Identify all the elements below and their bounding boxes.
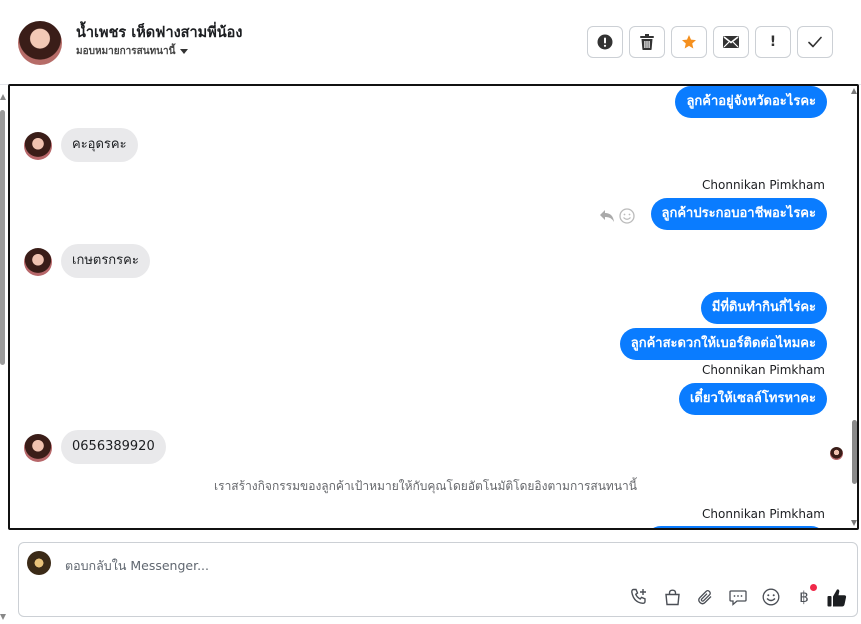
contact-avatar-small [24, 434, 52, 462]
message-bubble-incoming[interactable]: เกษตรกรคะ [61, 244, 150, 278]
page-scrollbar[interactable] [0, 84, 6, 620]
conversation-toolbar: ! [587, 26, 833, 58]
page-scrollbar-thumb[interactable] [0, 110, 5, 365]
seen-receipt-avatar [830, 447, 843, 460]
shopping-bag-icon [664, 588, 680, 605]
conversation-header: น้ำเพชร เห็ดฟางสามพี่น้อง มอบหมายการสนทน… [0, 0, 861, 85]
emoji-button[interactable] [761, 587, 781, 607]
reply-icon[interactable] [599, 209, 615, 223]
reply-composer: ฿ [18, 542, 858, 617]
message-bubble-outgoing[interactable]: มีที่ดินทำกินกี่ไร่คะ [700, 292, 827, 324]
exclamation-icon: ! [769, 34, 777, 50]
emoji-icon [762, 588, 780, 606]
composer-toolbar: ฿ [629, 584, 847, 607]
phone-add-icon [631, 588, 646, 605]
envelope-icon [723, 36, 739, 48]
notification-dot [810, 584, 817, 591]
alert-circle-icon [597, 34, 613, 50]
like-icon [827, 588, 847, 606]
scroll-up-arrow-icon[interactable] [851, 88, 857, 94]
page-avatar [27, 551, 51, 575]
baht-icon: ฿ [799, 588, 809, 606]
chat-bubble-icon [729, 589, 747, 606]
contact-avatar-small [24, 132, 52, 160]
message-bubble-outgoing[interactable]: เดี๋ยวให้เซลล์โทรหาคะ [678, 383, 827, 415]
message-bubble-incoming[interactable]: 0656389920 [61, 430, 166, 464]
follow-up-button[interactable]: ! [755, 26, 791, 58]
message-bubble-outgoing-partial[interactable] [645, 526, 827, 528]
scroll-down-arrow-icon[interactable] [851, 520, 857, 526]
report-spam-button[interactable] [587, 26, 623, 58]
sender-name: Chonnikan Pimkham [702, 363, 825, 377]
sender-name: Chonnikan Pimkham [702, 178, 825, 192]
mark-unread-button[interactable] [713, 26, 749, 58]
shop-button[interactable] [662, 587, 682, 607]
sender-name: Chonnikan Pimkham [702, 507, 825, 521]
call-button[interactable] [629, 587, 649, 607]
saved-replies-button[interactable] [728, 587, 748, 607]
assign-label: มอบหมายการสนทนานี้ [76, 46, 176, 57]
message-bubble-outgoing[interactable]: ลูกค้าอยู่จังหวัดอะไรคะ [675, 86, 827, 118]
trash-icon [640, 34, 654, 50]
attach-button[interactable] [695, 587, 715, 607]
system-notice: เราสร้างกิจกรรมของลูกค้าเป้าหมายให้กับคุ… [214, 479, 637, 493]
assign-conversation-dropdown[interactable]: มอบหมายการสนทนานี้ [76, 44, 189, 59]
check-icon [808, 36, 822, 48]
caret-down-icon [180, 49, 189, 54]
message-actions [599, 208, 635, 224]
contact-avatar-small [24, 248, 52, 276]
reply-input[interactable] [63, 553, 627, 577]
message-bubble-outgoing[interactable]: ลูกค้าประกอบอาชีพอะไรคะ [650, 198, 827, 230]
emoji-react-icon[interactable] [619, 208, 635, 224]
thread-scrollbar-thumb[interactable] [852, 420, 857, 484]
thread-scrollbar[interactable] [851, 86, 857, 528]
contact-avatar[interactable] [18, 21, 62, 65]
message-bubble-outgoing[interactable]: ลูกค้าสะดวกให้เบอร์ติดต่อไหมคะ [619, 328, 827, 360]
payment-button[interactable]: ฿ [794, 584, 817, 607]
mark-done-button[interactable] [797, 26, 833, 58]
paperclip-icon [697, 589, 711, 604]
scroll-down-arrow-icon[interactable] [0, 614, 6, 620]
star-button[interactable] [671, 26, 707, 58]
star-icon [682, 35, 696, 49]
contact-name[interactable]: น้ำเพชร เห็ดฟางสามพี่น้อง [76, 21, 242, 44]
scroll-up-arrow-icon[interactable] [0, 94, 6, 100]
delete-button[interactable] [629, 26, 665, 58]
like-button[interactable] [827, 587, 847, 607]
message-thread[interactable]: ลูกค้าอยู่จังหวัดอะไรคะ คะอุดรคะ Chonnik… [8, 84, 859, 530]
message-bubble-incoming[interactable]: คะอุดรคะ [61, 128, 138, 162]
